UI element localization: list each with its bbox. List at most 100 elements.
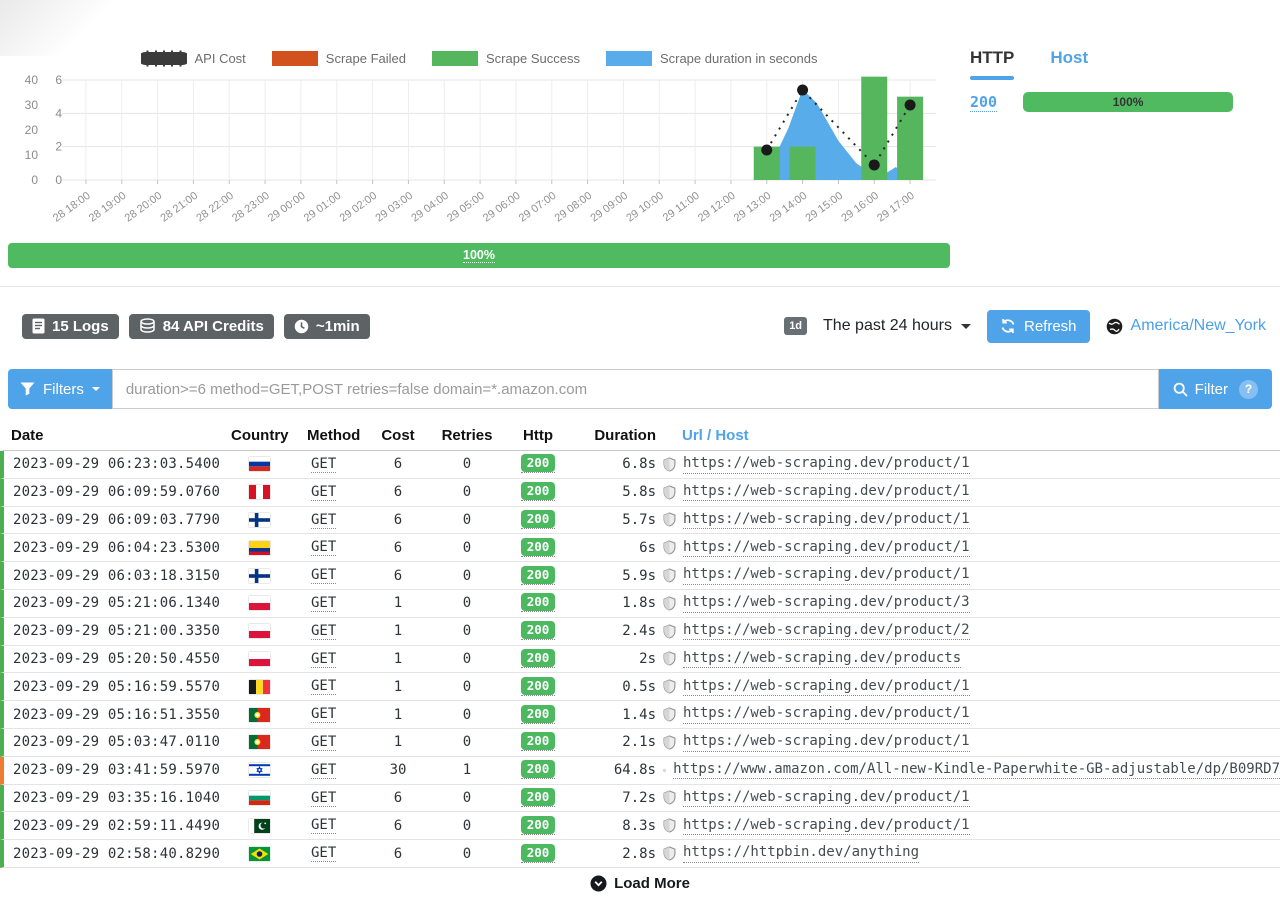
table-row[interactable]: 2023-09-29 02:59:11.4490 GET 6 0 200 8.3…	[0, 812, 1280, 840]
table-row[interactable]: 2023-09-29 06:09:59.0760 GET 6 0 200 5.8…	[0, 479, 1280, 507]
log-method[interactable]: GET	[311, 845, 336, 862]
log-retries: 0	[428, 679, 506, 695]
log-method[interactable]: GET	[311, 734, 336, 751]
log-method[interactable]: GET	[311, 456, 336, 473]
document-icon	[32, 318, 45, 334]
column-header-url-host[interactable]: Url / Host	[656, 427, 1280, 444]
http-status-badge[interactable]: 200	[521, 733, 556, 751]
log-url-link[interactable]: https://httpbin.dev/anything	[683, 844, 919, 863]
http-code-link[interactable]: 200	[970, 93, 997, 112]
http-status-badge[interactable]: 200	[521, 539, 556, 557]
table-row[interactable]: 2023-09-29 03:41:59.5970 GET 30 1 200 64…	[0, 757, 1280, 785]
x-axis-label: 29 13:00	[732, 190, 774, 225]
log-cost: 30	[368, 762, 428, 778]
filter-help-icon[interactable]: ?	[1239, 380, 1258, 399]
coins-icon	[139, 318, 156, 334]
log-method[interactable]: GET	[311, 567, 336, 584]
log-url-link[interactable]: https://web-scraping.dev/product/1	[683, 789, 970, 808]
log-url-link[interactable]: https://web-scraping.dev/product/1	[683, 511, 970, 530]
http-status-badge[interactable]: 200	[521, 622, 556, 640]
log-url-link[interactable]: https://www.amazon.com/All-new-Kindle-Pa…	[673, 761, 1280, 780]
http-status-badge[interactable]: 200	[521, 845, 556, 863]
table-row[interactable]: 2023-09-29 05:20:50.4550 GET 1 0 200 2s …	[0, 646, 1280, 674]
refresh-button[interactable]: Refresh	[987, 310, 1090, 343]
country-flag-icon-co	[224, 541, 302, 555]
table-row[interactable]: 2023-09-29 06:04:23.5300 GET 6 0 200 6s …	[0, 534, 1280, 562]
http-status-badge[interactable]: 200	[521, 483, 556, 501]
load-more-button[interactable]: Load More	[0, 875, 1280, 892]
http-status-badge[interactable]: 200	[521, 455, 556, 473]
api-cost-point[interactable]	[797, 85, 808, 96]
table-row[interactable]: 2023-09-29 05:21:06.1340 GET 1 0 200 1.8…	[0, 590, 1280, 618]
log-url-link[interactable]: https://web-scraping.dev/product/1	[683, 566, 970, 585]
log-duration: 64.8s	[570, 762, 656, 778]
log-url-link[interactable]: https://web-scraping.dev/product/1	[683, 817, 970, 836]
log-method[interactable]: GET	[311, 539, 336, 556]
table-row[interactable]: 2023-09-29 05:16:51.3550 GET 1 0 200 1.4…	[0, 701, 1280, 729]
tab-http[interactable]: HTTP	[970, 48, 1014, 80]
column-header-http: Http	[506, 427, 570, 444]
http-status-badge[interactable]: 200	[521, 650, 556, 668]
http-status-badge[interactable]: 200	[521, 511, 556, 529]
chart-bar[interactable]	[790, 147, 816, 180]
table-row[interactable]: 2023-09-29 05:16:59.5570 GET 1 0 200 0.5…	[0, 673, 1280, 701]
http-status-badge[interactable]: 200	[521, 678, 556, 696]
log-method[interactable]: GET	[311, 706, 336, 723]
x-axis-label: 29 09:00	[588, 190, 630, 225]
log-url-link[interactable]: https://web-scraping.dev/product/1	[683, 483, 970, 502]
shield-icon	[663, 846, 676, 861]
filters-dropdown-button[interactable]: Filters	[8, 369, 112, 409]
log-duration: 5.7s	[570, 512, 656, 528]
table-row[interactable]: 2023-09-29 05:03:47.0110 GET 1 0 200 2.1…	[0, 729, 1280, 757]
apply-filter-button[interactable]: Filter ?	[1159, 369, 1272, 409]
log-url-link[interactable]: https://web-scraping.dev/product/1	[683, 678, 970, 697]
table-row[interactable]: 2023-09-29 06:23:03.5400 GET 6 0 200 6.8…	[0, 451, 1280, 479]
log-url-link[interactable]: https://web-scraping.dev/product/1	[683, 455, 970, 474]
legend-item[interactable]: Scrape duration in seconds	[606, 51, 818, 66]
log-url-link[interactable]: https://web-scraping.dev/product/3	[683, 594, 970, 613]
log-method[interactable]: GET	[311, 512, 336, 529]
log-retries: 0	[428, 595, 506, 611]
table-row[interactable]: 2023-09-29 06:09:03.7790 GET 6 0 200 5.7…	[0, 507, 1280, 535]
timezone-link[interactable]: America/New_York	[1106, 317, 1266, 335]
http-status-badge[interactable]: 200	[521, 817, 556, 835]
legend-item[interactable]: Scrape Success	[432, 51, 580, 66]
time-range-dropdown[interactable]: The past 24 hours	[823, 317, 971, 335]
table-row[interactable]: 2023-09-29 03:35:16.1040 GET 6 0 200 7.2…	[0, 785, 1280, 813]
log-method[interactable]: GET	[311, 817, 336, 834]
log-url-link[interactable]: https://web-scraping.dev/product/2	[683, 622, 970, 641]
column-header-duration: Duration	[570, 427, 656, 444]
http-status-badge[interactable]: 200	[521, 761, 556, 779]
log-date: 2023-09-29 06:03:18.3150	[4, 568, 224, 584]
api-cost-point[interactable]	[905, 100, 916, 111]
log-method[interactable]: GET	[311, 762, 336, 779]
table-row[interactable]: 2023-09-29 06:03:18.3150 GET 6 0 200 5.9…	[0, 562, 1280, 590]
log-duration: 2.8s	[570, 846, 656, 862]
filter-query-input[interactable]	[112, 369, 1159, 409]
log-method[interactable]: GET	[311, 790, 336, 807]
chart-legend: API Cost Scrape Failed Scrape Success Scrap…	[8, 0, 950, 69]
http-status-badge[interactable]: 200	[521, 706, 556, 724]
log-method[interactable]: GET	[311, 678, 336, 695]
http-status-badge[interactable]: 200	[521, 567, 556, 585]
tab-host[interactable]: Host	[1050, 48, 1088, 80]
log-duration: 8.3s	[570, 818, 656, 834]
http-code-percent-label: 100%	[1113, 95, 1144, 109]
legend-item[interactable]: Scrape Failed	[272, 51, 406, 66]
legend-item[interactable]: API Cost	[141, 48, 246, 69]
log-url-link[interactable]: https://web-scraping.dev/products	[683, 650, 961, 669]
log-url-link[interactable]: https://web-scraping.dev/product/1	[683, 705, 970, 724]
table-row[interactable]: 2023-09-29 02:58:40.8290 GET 6 0 200 2.8…	[0, 840, 1280, 868]
log-url-link[interactable]: https://web-scraping.dev/product/1	[683, 539, 970, 558]
api-cost-point[interactable]	[869, 160, 880, 171]
http-status-badge[interactable]: 200	[521, 594, 556, 612]
log-method[interactable]: GET	[311, 595, 336, 612]
log-method[interactable]: GET	[311, 651, 336, 668]
log-url-link[interactable]: https://web-scraping.dev/product/1	[683, 733, 970, 752]
api-cost-point[interactable]	[761, 145, 772, 156]
http-status-badge[interactable]: 200	[521, 789, 556, 807]
y-axis-inner-label: 6	[55, 73, 62, 87]
table-row[interactable]: 2023-09-29 05:21:00.3350 GET 1 0 200 2.4…	[0, 618, 1280, 646]
log-method[interactable]: GET	[311, 484, 336, 501]
log-method[interactable]: GET	[311, 623, 336, 640]
